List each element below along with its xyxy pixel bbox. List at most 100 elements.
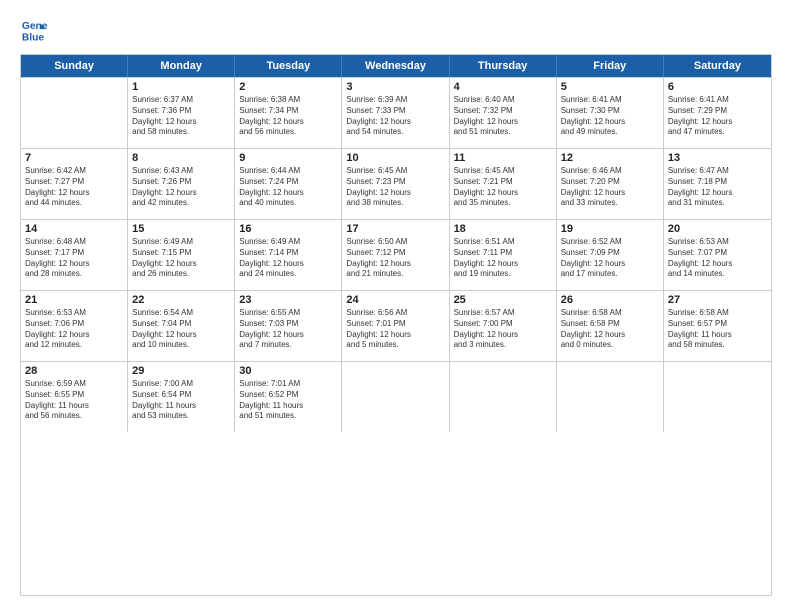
day-number: 29 [132,365,230,377]
cal-cell: 17 Sunrise: 6:50 AM Sunset: 7:12 PM Dayli… [342,220,449,290]
week-row-4: 21 Sunrise: 6:53 AM Sunset: 7:06 PM Dayli… [21,290,771,361]
svg-text:Blue: Blue [22,32,45,43]
cell-info: Sunrise: 6:58 AM Sunset: 6:57 PM Dayligh… [668,308,767,351]
day-number: 26 [561,294,659,306]
cell-info: Sunrise: 6:42 AM Sunset: 7:27 PM Dayligh… [25,166,123,209]
cell-info: Sunrise: 6:53 AM Sunset: 7:06 PM Dayligh… [25,308,123,351]
cal-cell: 5 Sunrise: 6:41 AM Sunset: 7:30 PM Daylig… [557,78,664,148]
cal-cell: 1Sunrise: 6:37 AM Sunset: 7:36 PM Daylig… [128,78,235,148]
header-day-sunday: Sunday [21,55,128,77]
day-number: 8 [132,152,230,164]
day-number: 13 [668,152,767,164]
cell-info: Sunrise: 6:48 AM Sunset: 7:17 PM Dayligh… [25,237,123,280]
day-number: 22 [132,294,230,306]
cell-info: Sunrise: 6:41 AM Sunset: 7:30 PM Dayligh… [561,95,659,138]
day-number: 4 [454,81,552,93]
cell-info: Sunrise: 6:45 AM Sunset: 7:23 PM Dayligh… [346,166,444,209]
cell-info: Sunrise: 6:43 AM Sunset: 7:26 PM Dayligh… [132,166,230,209]
cal-cell [664,362,771,432]
header: General Blue [20,16,772,44]
day-number: 7 [25,152,123,164]
day-number: 27 [668,294,767,306]
day-number: 30 [239,365,337,377]
cell-info: Sunrise: 6:41 AM Sunset: 7:29 PM Dayligh… [668,95,767,138]
cell-info: Sunrise: 6:57 AM Sunset: 7:00 PM Dayligh… [454,308,552,351]
cal-cell: 2 Sunrise: 6:38 AM Sunset: 7:34 PM Daylig… [235,78,342,148]
day-number: 21 [25,294,123,306]
day-number: 6 [668,81,767,93]
day-number: 3 [346,81,444,93]
day-number: 10 [346,152,444,164]
day-number: 9 [239,152,337,164]
cal-cell [21,78,128,148]
cal-cell: 30 Sunrise: 7:01 AM Sunset: 6:52 PM Dayli… [235,362,342,432]
cal-cell: 13 Sunrise: 6:47 AM Sunset: 7:18 PM Dayli… [664,149,771,219]
logo-icon: General Blue [20,16,48,44]
cell-info: Sunrise: 6:39 AM Sunset: 7:33 PM Dayligh… [346,95,444,138]
cell-info: Sunrise: 7:01 AM Sunset: 6:52 PM Dayligh… [239,379,337,422]
cal-cell: 21 Sunrise: 6:53 AM Sunset: 7:06 PM Dayli… [21,291,128,361]
cal-cell: 22 Sunrise: 6:54 AM Sunset: 7:04 PM Dayli… [128,291,235,361]
cal-cell [342,362,449,432]
cal-cell: 14 Sunrise: 6:48 AM Sunset: 7:17 PM Dayli… [21,220,128,290]
header-day-saturday: Saturday [664,55,771,77]
cell-info: Sunrise: 6:54 AM Sunset: 7:04 PM Dayligh… [132,308,230,351]
cell-info: Sunrise: 6:46 AM Sunset: 7:20 PM Dayligh… [561,166,659,209]
week-row-2: 7 Sunrise: 6:42 AM Sunset: 7:27 PM Daylig… [21,148,771,219]
cal-cell: 27 Sunrise: 6:58 AM Sunset: 6:57 PM Dayli… [664,291,771,361]
cell-info: Sunrise: 6:49 AM Sunset: 7:15 PM Dayligh… [132,237,230,280]
day-number: 18 [454,223,552,235]
cell-info: Sunrise: 6:52 AM Sunset: 7:09 PM Dayligh… [561,237,659,280]
cell-info: Sunrise: 6:59 AM Sunset: 6:55 PM Dayligh… [25,379,123,422]
cal-cell: 15 Sunrise: 6:49 AM Sunset: 7:15 PM Dayli… [128,220,235,290]
cal-cell: 18 Sunrise: 6:51 AM Sunset: 7:11 PM Dayli… [450,220,557,290]
logo: General Blue [20,16,52,44]
cell-info: Sunrise: 6:38 AM Sunset: 7:34 PM Dayligh… [239,95,337,138]
week-row-1: 1Sunrise: 6:37 AM Sunset: 7:36 PM Daylig… [21,77,771,148]
day-number: 28 [25,365,123,377]
calendar: SundayMondayTuesdayWednesdayThursdayFrid… [20,54,772,596]
calendar-body: 1Sunrise: 6:37 AM Sunset: 7:36 PM Daylig… [21,77,771,432]
calendar-header: SundayMondayTuesdayWednesdayThursdayFrid… [21,55,771,77]
cell-info: Sunrise: 6:56 AM Sunset: 7:01 PM Dayligh… [346,308,444,351]
page: General Blue SundayMondayTuesdayWednesda… [0,0,792,612]
day-number: 5 [561,81,659,93]
day-number: 14 [25,223,123,235]
cell-info: Sunrise: 6:50 AM Sunset: 7:12 PM Dayligh… [346,237,444,280]
cell-info: Sunrise: 6:44 AM Sunset: 7:24 PM Dayligh… [239,166,337,209]
svg-text:General: General [22,21,48,32]
cal-cell: 26 Sunrise: 6:58 AM Sunset: 6:58 PM Dayli… [557,291,664,361]
cal-cell: 19 Sunrise: 6:52 AM Sunset: 7:09 PM Dayli… [557,220,664,290]
day-number: 15 [132,223,230,235]
cell-info: Sunrise: 6:55 AM Sunset: 7:03 PM Dayligh… [239,308,337,351]
header-day-wednesday: Wednesday [342,55,449,77]
header-day-monday: Monday [128,55,235,77]
cell-info: Sunrise: 6:47 AM Sunset: 7:18 PM Dayligh… [668,166,767,209]
day-number: 20 [668,223,767,235]
day-number: 11 [454,152,552,164]
cal-cell: 3 Sunrise: 6:39 AM Sunset: 7:33 PM Daylig… [342,78,449,148]
cal-cell: 28 Sunrise: 6:59 AM Sunset: 6:55 PM Dayli… [21,362,128,432]
day-number: 25 [454,294,552,306]
cal-cell: 23 Sunrise: 6:55 AM Sunset: 7:03 PM Dayli… [235,291,342,361]
cell-info: Sunrise: 6:58 AM Sunset: 6:58 PM Dayligh… [561,308,659,351]
cal-cell: 20Sunrise: 6:53 AM Sunset: 7:07 PM Dayli… [664,220,771,290]
cal-cell [450,362,557,432]
day-number: 19 [561,223,659,235]
cal-cell: 29Sunrise: 7:00 AM Sunset: 6:54 PM Dayli… [128,362,235,432]
day-number: 2 [239,81,337,93]
cal-cell: 4 Sunrise: 6:40 AM Sunset: 7:32 PM Daylig… [450,78,557,148]
day-number: 23 [239,294,337,306]
cell-info: Sunrise: 6:51 AM Sunset: 7:11 PM Dayligh… [454,237,552,280]
cal-cell: 7 Sunrise: 6:42 AM Sunset: 7:27 PM Daylig… [21,149,128,219]
cell-info: Sunrise: 6:40 AM Sunset: 7:32 PM Dayligh… [454,95,552,138]
cal-cell: 10 Sunrise: 6:45 AM Sunset: 7:23 PM Dayli… [342,149,449,219]
cal-cell [557,362,664,432]
cell-info: Sunrise: 6:49 AM Sunset: 7:14 PM Dayligh… [239,237,337,280]
cal-cell: 6 Sunrise: 6:41 AM Sunset: 7:29 PM Daylig… [664,78,771,148]
day-number: 17 [346,223,444,235]
day-number: 1 [132,81,230,93]
cal-cell: 9 Sunrise: 6:44 AM Sunset: 7:24 PM Daylig… [235,149,342,219]
week-row-3: 14 Sunrise: 6:48 AM Sunset: 7:17 PM Dayli… [21,219,771,290]
header-day-thursday: Thursday [450,55,557,77]
